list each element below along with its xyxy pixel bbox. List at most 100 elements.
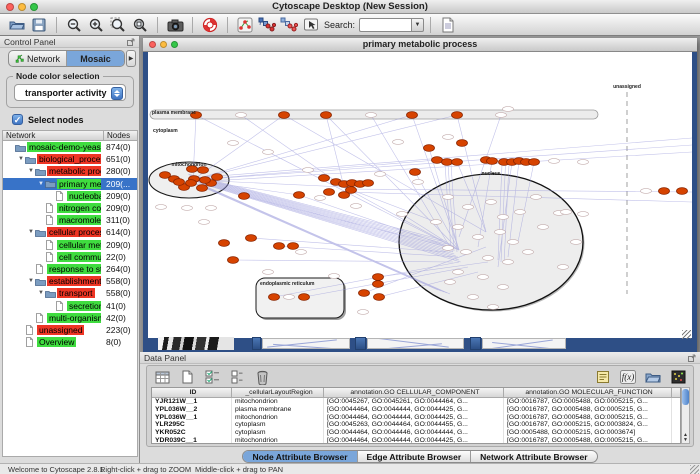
- tree-row[interactable]: ▼ transport 558(0): [3, 287, 137, 299]
- table-cell[interactable]: YLR295C: [152, 421, 232, 429]
- import-table-icon[interactable]: [439, 16, 457, 34]
- tree-row[interactable]: secretion 41(0): [3, 299, 137, 311]
- tree-row[interactable]: response to stimulu 264(0): [3, 263, 137, 275]
- attribute-table[interactable]: ID_cellularLayoutRegionannotation.GO CEL…: [151, 387, 681, 444]
- tree-row[interactable]: ▼ cellular process 614(0): [3, 226, 137, 238]
- window-resize-grip[interactable]: [690, 465, 699, 474]
- float-panel-icon[interactable]: [127, 38, 135, 46]
- table-cell[interactable]: plasma membrane: [232, 406, 324, 414]
- network-overlay-2-icon[interactable]: [280, 16, 298, 34]
- tab-mosaic[interactable]: Mosaic: [67, 51, 124, 66]
- help-lifering-icon[interactable]: [201, 16, 219, 34]
- network-view-window[interactable]: primary metabolic process plasma membran…: [143, 38, 697, 352]
- table-cell[interactable]: [GO:0045267, GO:0045261, GO:0044464, G..…: [324, 398, 504, 406]
- expand-arrow-icon[interactable]: ▼: [37, 181, 45, 187]
- column-header[interactable]: _cellularLayoutRegion: [232, 388, 324, 397]
- search-dropdown-arrow[interactable]: ▼: [411, 18, 424, 32]
- view-resize-grip[interactable]: [682, 330, 691, 339]
- attr-matrix-icon[interactable]: [669, 368, 687, 386]
- background-windows[interactable]: [150, 337, 576, 350]
- zoom-out-icon[interactable]: [65, 16, 83, 34]
- select-attributes-icon[interactable]: [203, 368, 221, 386]
- tree-row[interactable]: nitrogen compo 209(0): [3, 202, 137, 214]
- tree-row[interactable]: Overview 8(0): [3, 336, 137, 348]
- table-cell[interactable]: YPL036W__2: [152, 406, 232, 414]
- window-titlebar[interactable]: Cytoscape Desktop (New Session): [0, 0, 700, 14]
- table-row[interactable]: YPL036W__1mitochondrion[GO:0044464, GO:0…: [152, 414, 680, 422]
- column-header[interactable]: annotation.GO CELLULAR_COMPONENT: [324, 388, 504, 397]
- zoom-selected-icon[interactable]: [109, 16, 127, 34]
- table-cell[interactable]: YDR039C__1: [152, 437, 232, 444]
- table-cell[interactable]: [GO:0044464, GO:0044444, GO:0044425, G..…: [324, 437, 504, 444]
- table-cell[interactable]: [GO:0016787, GO:0005215, GO:0003824, G..…: [504, 421, 672, 429]
- table-cell[interactable]: [GO:0045263, GO:0044464, GO:0044455, G..…: [324, 421, 504, 429]
- vizmapper-icon[interactable]: [302, 16, 320, 34]
- table-cell[interactable]: YKR052C: [152, 429, 232, 437]
- expand-arrow-icon[interactable]: ▼: [27, 168, 35, 174]
- tree-row[interactable]: ▼ primary metabo 209(...: [3, 178, 137, 190]
- attr-table-icon[interactable]: [153, 368, 171, 386]
- network-window-titlebar[interactable]: primary metabolic process: [143, 38, 697, 52]
- tab-network-attribute-browser[interactable]: Network Attribute Browser: [471, 451, 596, 462]
- expand-arrow-icon[interactable]: ▼: [27, 278, 35, 284]
- network-overlay-1-icon[interactable]: [258, 16, 276, 34]
- column-header[interactable]: ID: [152, 388, 232, 397]
- tree-row[interactable]: macromolecule 311(0): [3, 214, 137, 226]
- float-panel-icon[interactable]: [688, 354, 696, 362]
- tab-node-attribute-browser[interactable]: Node Attribute Browser: [243, 451, 357, 462]
- table-row[interactable]: YJR121W__1mitochondrion[GO:0045267, GO:0…: [152, 398, 680, 406]
- table-cell[interactable]: mitochondrion: [232, 437, 324, 444]
- tree-column-headers[interactable]: Network Nodes: [2, 130, 138, 141]
- attribute-table-header[interactable]: ID_cellularLayoutRegionannotation.GO CEL…: [152, 388, 680, 398]
- table-row[interactable]: YPL036W__2plasma membrane[GO:0044464, GO…: [152, 406, 680, 414]
- expand-arrow-icon[interactable]: ▼: [37, 290, 45, 296]
- scrollbar-arrows[interactable]: ▲▼: [682, 433, 689, 443]
- annotation-icon[interactable]: [594, 368, 612, 386]
- import-attributes-icon[interactable]: [644, 368, 662, 386]
- table-cell[interactable]: [GO:0044464, GO:0044444, GO:0044425, G..…: [324, 406, 504, 414]
- table-cell[interactable]: [GO:0044464, GO:0044444, GO:0044425, G..…: [324, 414, 504, 422]
- more-tabs-arrow[interactable]: ▶: [126, 50, 136, 67]
- tree-row[interactable]: ▼ metabolic process 280(0): [3, 165, 137, 177]
- open-folder-icon[interactable]: [8, 16, 26, 34]
- table-row[interactable]: YDR039C__1mitochondrion[GO:0044464, GO:0…: [152, 437, 680, 444]
- table-cell[interactable]: YJR121W__1: [152, 398, 232, 406]
- expand-arrow-icon[interactable]: ▼: [27, 229, 35, 235]
- select-nodes-checkbox[interactable]: ✓: [12, 114, 23, 125]
- table-scrollbar[interactable]: ▲▼: [681, 387, 690, 444]
- function-builder-icon[interactable]: f(x): [619, 368, 637, 386]
- plain-node-layer[interactable]: [156, 107, 652, 315]
- scrollbar-thumb[interactable]: [682, 389, 689, 405]
- table-row[interactable]: YLR295Ccytoplasm[GO:0045263, GO:0044464,…: [152, 421, 680, 429]
- new-network-icon[interactable]: [236, 16, 254, 34]
- snapshot-camera-icon[interactable]: [166, 16, 184, 34]
- tab-edge-attribute-browser[interactable]: Edge Attribute Browser: [358, 451, 472, 462]
- table-cell[interactable]: [GO:0016787, GO:0005488, GO:0005215, G..…: [504, 398, 672, 406]
- expand-arrow-icon[interactable]: ▼: [17, 156, 25, 162]
- tree-row[interactable]: ▼ establishment of lo 558(0): [3, 275, 137, 287]
- table-cell[interactable]: [GO:0044464, GO:0044446, GO:0044444, G..…: [324, 429, 504, 437]
- tree-row[interactable]: cellular metabol 209(0): [3, 239, 137, 251]
- table-cell[interactable]: cytoplasm: [232, 421, 324, 429]
- attr-list-icon[interactable]: [228, 368, 246, 386]
- delete-attribute-icon[interactable]: [253, 368, 271, 386]
- table-cell[interactable]: mitochondrion: [232, 398, 324, 406]
- column-header[interactable]: annotation.GO MOLECULAR_FUNCTION: [504, 388, 672, 397]
- new-attribute-icon[interactable]: [178, 368, 196, 386]
- table-cell[interactable]: [GO:0016787, GO:0005488, GO:0005215, G..…: [504, 437, 672, 444]
- table-cell[interactable]: [GO:0005488, GO:0005215, GO:0003674]: [504, 429, 672, 437]
- tree-row[interactable]: multi-organism pro 42(0): [3, 312, 137, 324]
- table-cell[interactable]: [GO:0016787, GO:0005488, GO:0005215, G..…: [504, 414, 672, 422]
- network-canvas[interactable]: plasma membranecytoplasmmitochondrionnuc…: [148, 52, 692, 338]
- table-row[interactable]: YKR052Ccytoplasm[GO:0044464, GO:0044446,…: [152, 429, 680, 437]
- zoom-in-icon[interactable]: [87, 16, 105, 34]
- table-cell[interactable]: [GO:0016787, GO:0005488, GO:0005215, G..…: [504, 406, 672, 414]
- tree-row[interactable]: mosaic-demo-yeast 874(0): [3, 141, 137, 153]
- tab-network[interactable]: Network: [9, 51, 67, 66]
- save-icon[interactable]: [30, 16, 48, 34]
- node-color-dropdown[interactable]: transporter activity: [14, 84, 126, 101]
- tree-row[interactable]: unassigned 223(0): [3, 324, 137, 336]
- table-cell[interactable]: cytoplasm: [232, 429, 324, 437]
- tree-row[interactable]: ▼ biological_process 651(0): [3, 153, 137, 165]
- search-input[interactable]: [359, 18, 411, 32]
